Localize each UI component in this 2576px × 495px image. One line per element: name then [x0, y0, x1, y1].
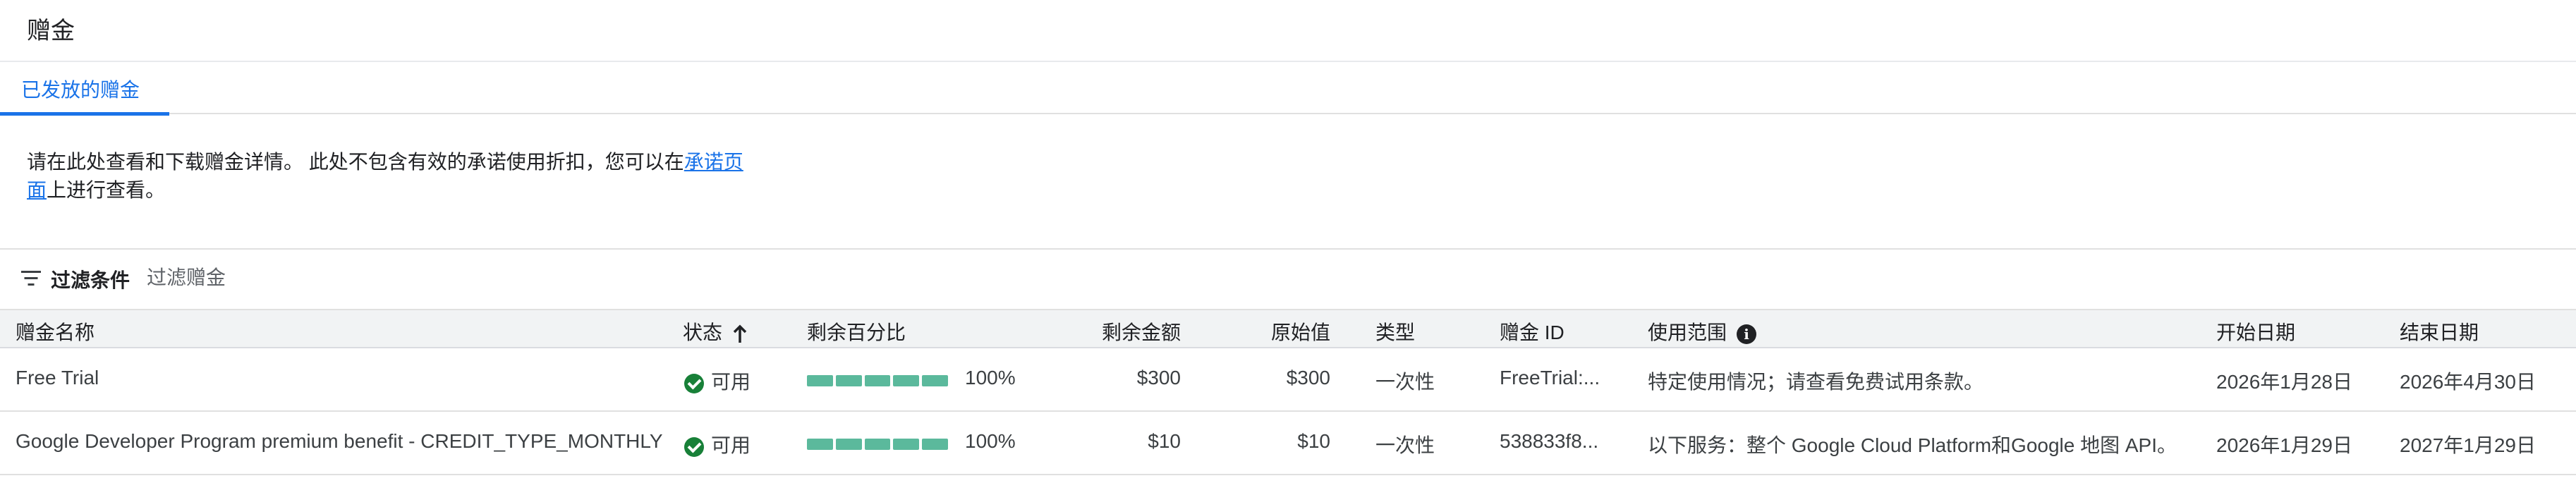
end-date: 2026年4月30日 — [2400, 371, 2536, 393]
remaining-progress-bar — [807, 375, 948, 386]
arrow-up-icon — [733, 324, 747, 343]
filter-label[interactable]: 过滤条件 — [51, 265, 130, 293]
filter-bar: 过滤条件 — [0, 250, 2576, 309]
table-row[interactable]: Free Trial 可用 100% $300 $300 一次性 FreeTri… — [0, 348, 2576, 412]
credit-id: 538833f8... — [1500, 430, 1599, 452]
credits-table: 赠金名称 状态 剩余百分比 剩余金额 原始值 类型 赠金 ID 使用范围 i 开始… — [0, 309, 2576, 475]
start-date: 2026年1月29日 — [2216, 434, 2353, 456]
credit-name: Free Trial — [16, 367, 99, 389]
remaining-progress-bar — [807, 439, 948, 450]
table-header: 赠金名称 状态 剩余百分比 剩余金额 原始值 类型 赠金 ID 使用范围 i 开始… — [0, 309, 2576, 348]
remaining-percent: 100% — [965, 430, 1016, 452]
credit-type: 一次性 — [1375, 434, 1435, 456]
tab-label: 已发放的赠金 — [21, 79, 140, 101]
original-value: $300 — [1286, 367, 1330, 389]
usage-scope: 以下服务：整个 Google Cloud Platform和Google 地图 … — [1648, 434, 2177, 456]
status-text: 可用 — [711, 434, 751, 456]
active-tab-indicator — [0, 112, 169, 116]
usage-scope: 特定使用情况；请查看免费试用条款。 — [1648, 371, 1984, 393]
col-header-type[interactable]: 类型 — [1375, 317, 1415, 346]
col-header-scope[interactable]: 使用范围 i — [1648, 317, 1757, 346]
col-header-status-label: 状态 — [683, 322, 723, 343]
info-notice: 请在此处查看和下载赠金详情。 此处不包含有效的承诺使用折扣，您可以在承诺页面上进… — [27, 148, 746, 204]
col-header-name[interactable]: 赠金名称 — [16, 317, 95, 346]
col-header-credit-id[interactable]: 赠金 ID — [1500, 317, 1565, 346]
page-header: 赠金 — [0, 0, 2576, 62]
filter-icon[interactable] — [21, 269, 41, 288]
col-header-remaining-pct[interactable]: 剩余百分比 — [807, 317, 906, 346]
remaining-amount: $10 — [1148, 430, 1181, 452]
remaining-percent: 100% — [965, 367, 1016, 389]
credit-type: 一次性 — [1375, 371, 1435, 393]
col-header-status[interactable]: 状态 — [683, 317, 748, 346]
col-header-end-date[interactable]: 结束日期 — [2400, 317, 2479, 346]
notice-text-before: 请在此处查看和下载赠金详情。 此处不包含有效的承诺使用折扣，您可以在 — [27, 151, 684, 173]
info-icon[interactable]: i — [1737, 324, 1757, 344]
col-header-remaining-amount[interactable]: 剩余金额 — [1086, 317, 1181, 346]
end-date: 2027年1月29日 — [2400, 434, 2536, 456]
check-circle-icon — [684, 373, 704, 393]
credit-id: FreeTrial:... — [1500, 367, 1600, 389]
tab-bar: 已发放的赠金 — [0, 62, 2576, 116]
original-value: $10 — [1297, 430, 1330, 452]
col-header-original-value[interactable]: 原始值 — [1260, 317, 1330, 346]
status-text: 可用 — [711, 371, 751, 393]
status-cell: 可用 — [684, 367, 751, 395]
remaining-amount: $300 — [1136, 367, 1181, 389]
start-date: 2026年1月28日 — [2216, 371, 2353, 393]
status-cell: 可用 — [684, 430, 751, 458]
table-row[interactable]: Google Developer Program premium benefit… — [0, 412, 2576, 475]
col-header-scope-label: 使用范围 — [1648, 322, 1727, 343]
notice-text-after: 上进行查看。 — [47, 179, 166, 201]
page-title: 赠金 — [27, 18, 75, 44]
col-header-start-date[interactable]: 开始日期 — [2216, 317, 2295, 346]
tab-issued-credits[interactable]: 已发放的赠金 — [0, 62, 169, 116]
check-circle-icon — [684, 436, 704, 457]
credit-name: Google Developer Program premium benefit… — [16, 430, 663, 452]
filter-input[interactable] — [147, 262, 570, 293]
